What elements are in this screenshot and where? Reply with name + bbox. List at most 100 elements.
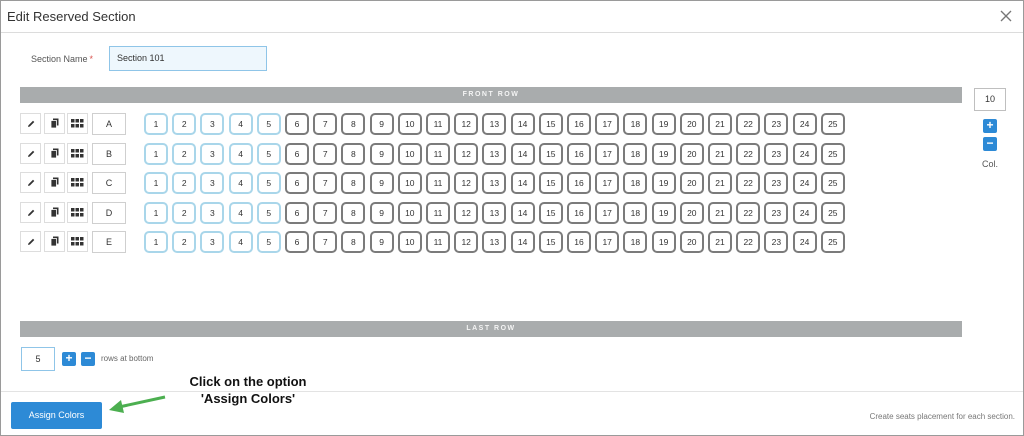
row-label[interactable]: B [92,143,126,165]
seat[interactable]: 24 [792,113,817,135]
seat[interactable]: 5 [256,143,281,165]
seat[interactable]: 14 [510,202,535,224]
seat[interactable]: 13 [482,113,507,135]
seat[interactable]: 4 [228,172,253,194]
seat[interactable]: 20 [679,202,704,224]
grid-row-button[interactable] [67,172,88,193]
pencil-row-button[interactable] [20,113,41,134]
seat[interactable]: 17 [595,231,620,253]
seat[interactable]: 1 [144,202,168,224]
seat[interactable]: 7 [313,231,338,253]
seat[interactable]: 10 [397,113,422,135]
seat[interactable]: 17 [595,143,620,165]
seat[interactable]: 20 [679,231,704,253]
seat[interactable]: 4 [228,202,253,224]
seat[interactable]: 6 [285,202,309,224]
seat[interactable]: 10 [397,172,422,194]
seat[interactable]: 3 [200,231,225,253]
seat[interactable]: 19 [651,113,676,135]
seat[interactable]: 1 [144,143,168,165]
seat[interactable]: 23 [764,172,789,194]
seat[interactable]: 7 [313,202,338,224]
seat[interactable]: 20 [679,113,704,135]
seat[interactable]: 11 [426,202,450,224]
seat[interactable]: 11 [426,143,450,165]
copy-row-button[interactable] [44,113,65,134]
columns-input[interactable]: 10 [974,88,1006,111]
seat[interactable]: 4 [228,231,253,253]
seat[interactable]: 24 [792,172,817,194]
seat[interactable]: 25 [820,113,845,135]
seat[interactable]: 21 [708,202,732,224]
seat[interactable]: 16 [567,172,591,194]
seat[interactable]: 18 [623,172,648,194]
assign-colors-button[interactable]: Assign Colors [11,402,102,429]
seat[interactable]: 9 [369,172,394,194]
seat[interactable]: 8 [341,143,366,165]
seat[interactable]: 8 [341,202,366,224]
seat[interactable]: 23 [764,231,789,253]
seat[interactable]: 18 [623,202,648,224]
row-label[interactable]: A [92,113,126,135]
seat[interactable]: 8 [341,172,366,194]
seat[interactable]: 20 [679,143,704,165]
seat[interactable]: 22 [736,113,761,135]
seat[interactable]: 19 [651,231,676,253]
seat[interactable]: 15 [538,231,563,253]
seat[interactable]: 12 [454,143,479,165]
seat[interactable]: 17 [595,202,620,224]
seat[interactable]: 12 [454,231,479,253]
seat[interactable]: 13 [482,143,507,165]
seat[interactable]: 5 [256,231,281,253]
seat[interactable]: 4 [228,113,253,135]
seat[interactable]: 1 [144,172,168,194]
seat[interactable]: 11 [426,172,450,194]
grid-row-button[interactable] [67,231,88,252]
seat[interactable]: 24 [792,231,817,253]
seat[interactable]: 2 [172,143,197,165]
seat[interactable]: 15 [538,202,563,224]
pencil-row-button[interactable] [20,202,41,223]
seat[interactable]: 2 [172,172,197,194]
row-label[interactable]: C [92,172,126,194]
seat[interactable]: 12 [454,202,479,224]
grid-row-button[interactable] [67,202,88,223]
seat[interactable]: 2 [172,202,197,224]
seat[interactable]: 3 [200,113,225,135]
seat[interactable]: 1 [144,231,168,253]
seat[interactable]: 11 [426,113,450,135]
seat[interactable]: 7 [313,143,338,165]
seat[interactable]: 21 [708,172,732,194]
seat[interactable]: 9 [369,231,394,253]
seat[interactable]: 24 [792,143,817,165]
seat[interactable]: 14 [510,172,535,194]
seat[interactable]: 22 [736,143,761,165]
seat[interactable]: 10 [397,231,422,253]
seat[interactable]: 5 [256,113,281,135]
seat[interactable]: 19 [651,143,676,165]
seat[interactable]: 15 [538,172,563,194]
seat[interactable]: 19 [651,202,676,224]
copy-row-button[interactable] [44,231,65,252]
seat[interactable]: 13 [482,202,507,224]
seat[interactable]: 22 [736,172,761,194]
seat[interactable]: 23 [764,202,789,224]
seat[interactable]: 12 [454,172,479,194]
seat[interactable]: 9 [369,113,394,135]
seat[interactable]: 14 [510,113,535,135]
seat[interactable]: 10 [397,202,422,224]
copy-row-button[interactable] [44,172,65,193]
remove-column-button[interactable]: − [983,137,997,151]
seat[interactable]: 22 [736,202,761,224]
seat[interactable]: 14 [510,231,535,253]
seat[interactable]: 4 [228,143,253,165]
grid-row-button[interactable] [67,143,88,164]
copy-row-button[interactable] [44,143,65,164]
seat[interactable]: 18 [623,231,648,253]
seat[interactable]: 25 [820,172,845,194]
seat[interactable]: 6 [285,172,309,194]
pencil-row-button[interactable] [20,172,41,193]
seat[interactable]: 7 [313,172,338,194]
seat[interactable]: 18 [623,143,648,165]
seat[interactable]: 5 [256,172,281,194]
